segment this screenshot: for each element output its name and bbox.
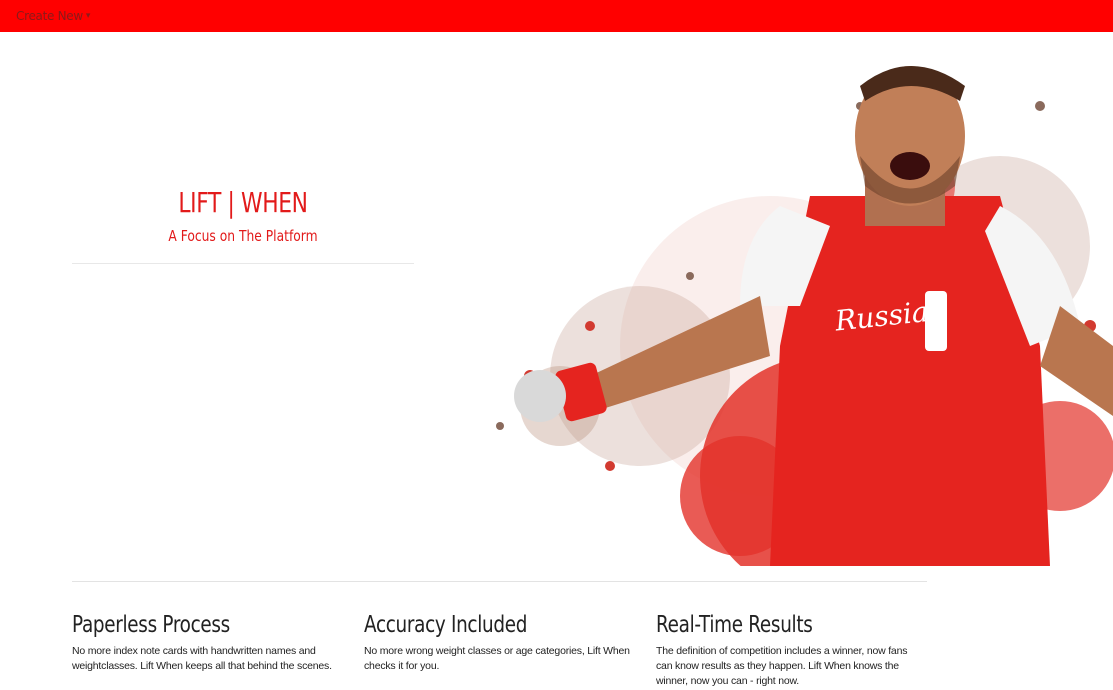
feature-text: No more index note cards with handwritte… <box>72 645 332 672</box>
feature-text: The definition of competition includes a… <box>656 645 908 687</box>
feature-paperless: Paperless Process No more index note car… <box>72 610 342 674</box>
hero-subtitle: A Focus on The Platform <box>168 227 318 245</box>
feature-title: Accuracy Included <box>364 612 528 638</box>
create-new-dropdown[interactable]: Create New ▾ <box>16 7 90 25</box>
feature-text: No more wrong weight classes or age cate… <box>364 645 630 672</box>
features-divider <box>72 581 927 582</box>
hero-divider <box>72 263 414 264</box>
feature-title: Paperless Process <box>72 612 230 638</box>
feature-title: Real-Time Results <box>656 612 813 638</box>
feature-accuracy: Accuracy Included No more wrong weight c… <box>364 610 634 674</box>
top-navbar: Create New ▾ <box>0 0 1113 32</box>
caret-down-icon: ▾ <box>85 11 91 21</box>
weightlifter-hero-image: Russia <box>496 66 1113 566</box>
feature-realtime: Real-Time Results The definition of comp… <box>656 610 926 689</box>
hero-heading-block: LIFT | WHEN A Focus on The Platform <box>72 186 414 246</box>
hero-title: LIFT | WHEN <box>178 186 308 219</box>
create-new-label: Create New <box>16 9 83 23</box>
